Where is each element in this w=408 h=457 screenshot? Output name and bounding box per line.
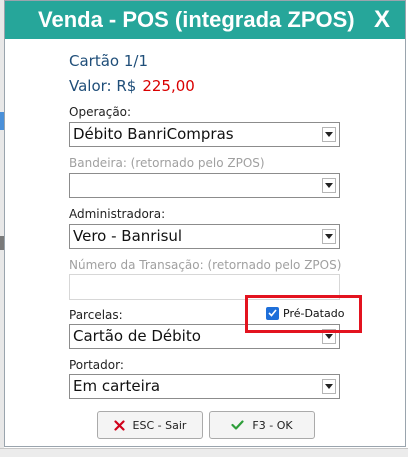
ok-button[interactable]: F3 - OK (209, 411, 315, 439)
x-icon (113, 419, 125, 431)
administradora-value: Vero - Banrisul (73, 227, 183, 245)
value-amount: 225,00 (142, 77, 195, 95)
pre-datado-checkbox[interactable] (266, 306, 279, 320)
check-icon (231, 420, 245, 430)
portador-label: Portador: (69, 358, 124, 372)
portador-select[interactable]: Em carteira (69, 374, 340, 399)
chevron-down-icon[interactable] (322, 229, 336, 244)
operacao-value: Débito BanriCompras (73, 125, 234, 143)
check-icon (268, 309, 277, 317)
pre-datado-label: Pré-Datado (283, 306, 345, 320)
portador-value: Em carteira (73, 377, 161, 395)
parcelas-label: Parcelas: (69, 308, 123, 322)
chevron-down-icon[interactable] (322, 379, 336, 394)
close-button[interactable]: X (367, 5, 397, 35)
chevron-down-icon[interactable] (322, 178, 336, 193)
numero-transacao-label: Número da Transação: (retornado pelo ZPO… (69, 258, 342, 272)
pos-sale-dialog: Venda - POS (integrada ZPOS) X Cartão 1/… (4, 0, 406, 447)
value-line: Valor: R$ 225,00 (69, 77, 195, 95)
operacao-select[interactable]: Débito BanriCompras (69, 122, 340, 147)
chevron-down-icon[interactable] (322, 127, 336, 142)
dialog-title: Venda - POS (integrada ZPOS) (38, 7, 355, 32)
dialog-titlebar: Venda - POS (integrada ZPOS) X (5, 1, 405, 39)
ok-button-label: F3 - OK (252, 418, 293, 432)
bandeira-label: Bandeira: (retornado pelo ZPOS) (69, 156, 265, 170)
parcelas-value: Cartão de Débito (73, 327, 201, 345)
pre-datado-checkbox-row[interactable]: Pré-Datado (266, 305, 344, 321)
administradora-select[interactable]: Vero - Banrisul (69, 224, 340, 249)
close-icon: X (373, 6, 390, 33)
operacao-label: Operação: (69, 105, 132, 119)
value-label: Valor: R$ (69, 77, 137, 95)
bandeira-select[interactable] (69, 173, 340, 198)
cancel-button-label: ESC - Sair (132, 418, 187, 432)
administradora-label: Administradora: (69, 207, 166, 221)
card-header: Cartão 1/1 (69, 52, 148, 70)
cancel-button[interactable]: ESC - Sair (97, 411, 203, 439)
